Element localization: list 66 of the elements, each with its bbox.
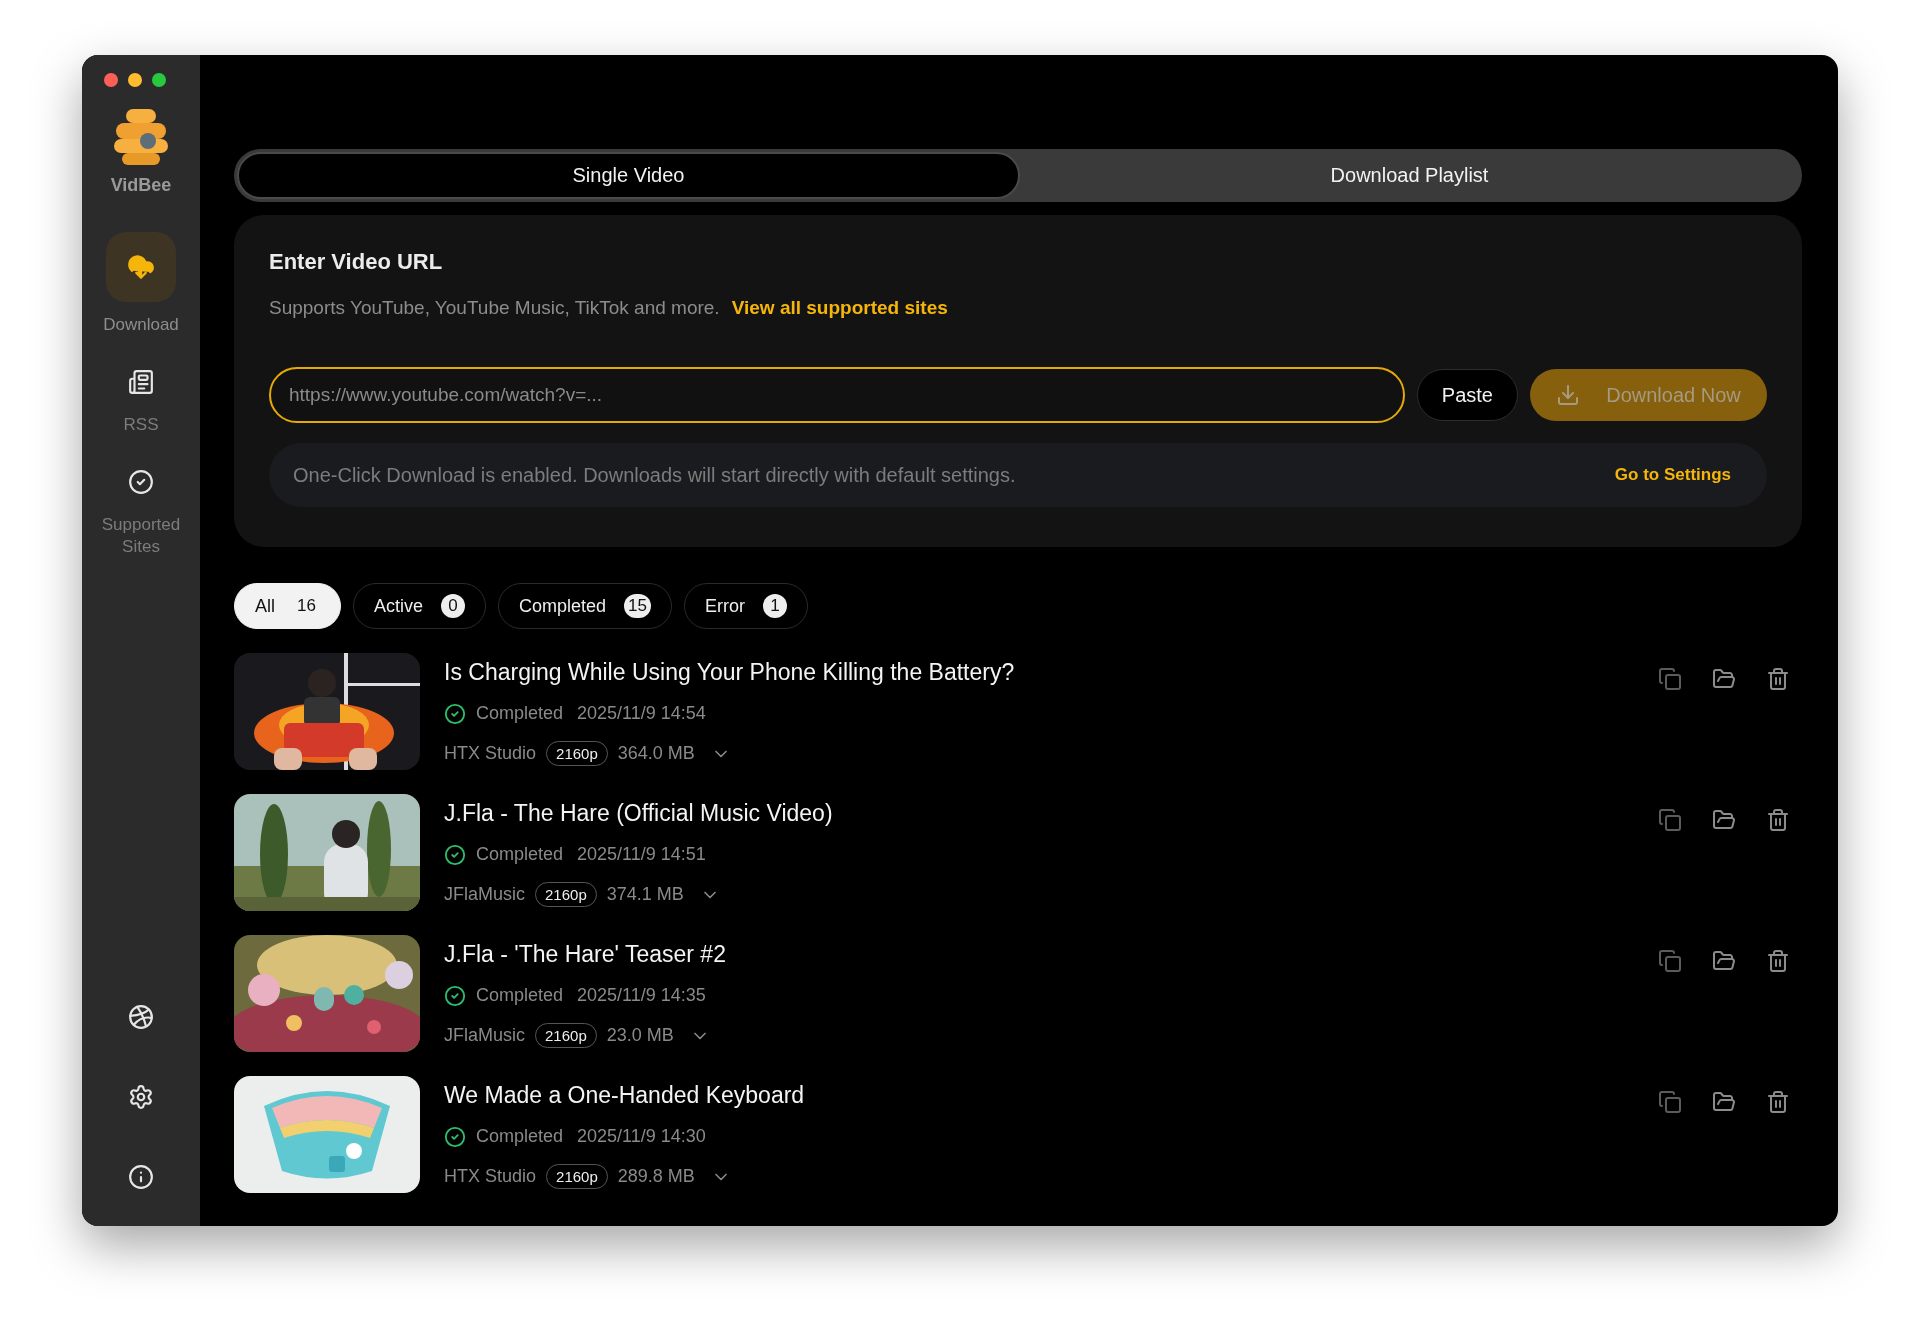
minimize-button[interactable] bbox=[128, 73, 142, 87]
sidebar-item[interactable]: Download bbox=[86, 232, 196, 336]
check-circle-icon bbox=[444, 702, 466, 725]
file-size: 289.8 MB bbox=[617, 1166, 695, 1187]
check-circle-icon bbox=[444, 984, 466, 1007]
ball-icon[interactable] bbox=[128, 1004, 154, 1030]
copy-icon[interactable] bbox=[1658, 808, 1682, 832]
zoom-button[interactable] bbox=[152, 73, 166, 87]
folder-icon[interactable] bbox=[1712, 667, 1736, 691]
timestamp: 2025/11/9 14:54 bbox=[577, 703, 706, 724]
newspaper-icon bbox=[128, 369, 154, 395]
check-circle-icon bbox=[444, 1125, 466, 1148]
video-title: Is Charging While Using Your Phone Killing the Battery? bbox=[444, 659, 1016, 686]
filter-chip[interactable]: Completed 15 bbox=[497, 583, 672, 629]
channel-name: HTX Studio bbox=[444, 743, 537, 764]
check-circle-icon bbox=[444, 843, 466, 866]
url-input-field[interactable]: https://www.youtube.com/watch?v=... bbox=[269, 367, 1405, 423]
item-count: 15 bbox=[624, 594, 651, 618]
status-text: Completed bbox=[476, 703, 564, 724]
notice-text: One-Click Download is enabled. Downloads will start directly with default settings. bbox=[293, 463, 1016, 487]
filter-chip[interactable]: Active 0 bbox=[352, 583, 486, 629]
trash-icon[interactable] bbox=[1766, 808, 1790, 832]
channel-name: HTX Studio bbox=[444, 1166, 537, 1187]
info-icon[interactable] bbox=[128, 1164, 154, 1190]
video-title: We Made a One-Handed Keyboard bbox=[444, 1082, 806, 1109]
filter-chip[interactable]: Error 1 bbox=[683, 583, 808, 629]
timestamp: 2025/11/9 14:35 bbox=[577, 985, 706, 1006]
card-heading: Enter Video URL bbox=[269, 249, 444, 275]
trash-icon[interactable] bbox=[1766, 1090, 1790, 1114]
tab[interactable]: Single Video bbox=[237, 152, 1020, 199]
file-size: 374.1 MB bbox=[606, 884, 684, 905]
item-count: 1 bbox=[762, 594, 787, 618]
cloud-download-icon bbox=[127, 253, 155, 281]
item-count: 16 bbox=[296, 595, 317, 617]
description-text: Supports YouTube, YouTube Music, TikTok and more. bbox=[269, 297, 720, 319]
tab[interactable]: Download Playlist bbox=[1020, 152, 1799, 199]
video-title: J.Fla - 'The Hare' Teaser #2 bbox=[444, 941, 727, 968]
copy-icon[interactable] bbox=[1658, 1090, 1682, 1114]
status-text: Completed bbox=[476, 844, 564, 865]
paste-button[interactable]: Paste bbox=[1416, 369, 1518, 421]
status-text: Completed bbox=[476, 1126, 564, 1147]
file-size: 23.0 MB bbox=[606, 1025, 674, 1046]
copy-icon[interactable] bbox=[1658, 949, 1682, 973]
settings-link[interactable]: Go to Settings bbox=[1614, 465, 1731, 485]
channel-name: JFlaMusic bbox=[444, 1025, 525, 1046]
folder-icon[interactable] bbox=[1712, 808, 1736, 832]
copy-icon[interactable] bbox=[1658, 667, 1682, 691]
timestamp: 2025/11/9 14:51 bbox=[577, 844, 706, 865]
beehive-logo-icon bbox=[112, 107, 170, 167]
folder-icon[interactable] bbox=[1712, 1090, 1736, 1114]
check-circle-icon bbox=[128, 469, 154, 495]
video-title: J.Fla - The Hare (Official Music Video) bbox=[444, 800, 834, 827]
folder-icon[interactable] bbox=[1712, 949, 1736, 973]
status-text: Completed bbox=[476, 985, 564, 1006]
trash-icon[interactable] bbox=[1766, 667, 1790, 691]
item-count: 0 bbox=[440, 594, 465, 618]
filter-chip[interactable]: All 16 bbox=[234, 583, 341, 629]
close-button[interactable] bbox=[104, 73, 118, 87]
supported-sites-link[interactable]: View all supported sites bbox=[731, 297, 948, 319]
trash-icon[interactable] bbox=[1766, 949, 1790, 973]
settings-icon[interactable] bbox=[128, 1084, 154, 1110]
app-name: VidBee bbox=[110, 175, 172, 196]
channel-name: JFlaMusic bbox=[444, 884, 525, 905]
file-size: 364.0 MB bbox=[617, 743, 695, 764]
download-icon bbox=[1556, 383, 1581, 407]
timestamp: 2025/11/9 14:30 bbox=[577, 1126, 706, 1147]
